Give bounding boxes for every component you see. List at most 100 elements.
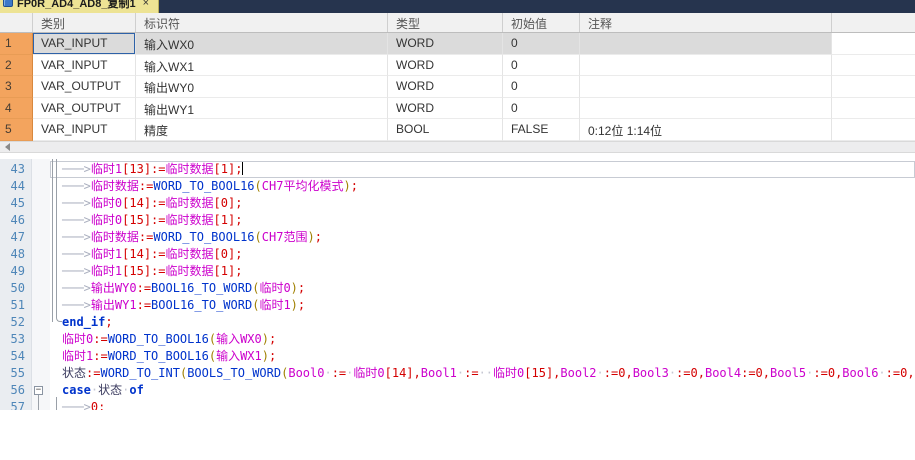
- code-text[interactable]: ───>输出WY1:=BOOL16_TO_WORD(临时1);: [50, 297, 915, 314]
- cell-category[interactable]: VAR_OUTPUT: [33, 98, 136, 120]
- table-row[interactable]: 5VAR_INPUT精度BOOLFALSE0:12位 1:14位: [0, 119, 915, 141]
- line-number[interactable]: 55: [0, 365, 32, 382]
- cell-initial-value[interactable]: 0: [503, 98, 580, 120]
- line-number[interactable]: 57: [0, 399, 32, 410]
- cell-identifier[interactable]: 输出WY1: [136, 98, 388, 120]
- cell-category[interactable]: VAR_INPUT: [33, 55, 136, 77]
- fold-margin[interactable]: [32, 365, 50, 382]
- cell-category[interactable]: VAR_OUTPUT: [33, 76, 136, 98]
- code-text[interactable]: ───>临时数据:=WORD_TO_BOOL16(CH7平均化模式);: [50, 178, 915, 195]
- cell-type[interactable]: WORD: [388, 76, 503, 98]
- cell-comment[interactable]: [580, 98, 832, 120]
- cell-filler[interactable]: [832, 119, 915, 141]
- code-text[interactable]: ───>临时数据:=WORD_TO_BOOL16(CH7范围);: [50, 229, 915, 246]
- row-number-cell[interactable]: 1: [0, 33, 33, 55]
- cell-comment[interactable]: 0:12位 1:14位: [580, 119, 832, 141]
- row-number-cell[interactable]: 5: [0, 119, 33, 141]
- column-header-2[interactable]: 标识符: [136, 13, 388, 32]
- code-text[interactable]: 状态:=WORD_TO_INT(BOOLS_TO_WORD(Bool0·:=·临…: [50, 365, 915, 382]
- code-line[interactable]: 52 end_if;: [0, 314, 915, 331]
- cell-filler[interactable]: [832, 98, 915, 120]
- cell-filler[interactable]: [832, 33, 915, 55]
- line-number[interactable]: 51: [0, 297, 32, 314]
- line-number[interactable]: 48: [0, 246, 32, 263]
- row-number-cell[interactable]: 2: [0, 55, 33, 77]
- cell-identifier[interactable]: 输出WY0: [136, 76, 388, 98]
- column-header-5[interactable]: 注释: [580, 13, 832, 32]
- cell-category[interactable]: VAR_INPUT: [33, 33, 136, 55]
- cell-type[interactable]: WORD: [388, 98, 503, 120]
- code-line[interactable]: 57───>0:: [0, 399, 915, 410]
- fold-margin[interactable]: [32, 161, 50, 178]
- code-text[interactable]: ───>临时1[14]:=临时数据[0];: [50, 246, 915, 263]
- code-text[interactable]: end_if;: [50, 314, 915, 331]
- line-number[interactable]: 56: [0, 382, 32, 399]
- cell-identifier[interactable]: 精度: [136, 119, 388, 141]
- active-tab[interactable]: FP0R_AD4_AD8_复制1 ×: [0, 0, 159, 13]
- cell-comment[interactable]: [580, 55, 832, 77]
- horizontal-scrollbar[interactable]: [0, 141, 915, 153]
- fold-margin[interactable]: [32, 399, 50, 410]
- line-number[interactable]: 43: [0, 161, 32, 178]
- fold-collapse-icon[interactable]: −: [34, 386, 43, 395]
- cell-type[interactable]: BOOL: [388, 119, 503, 141]
- code-line[interactable]: 45 ───>临时0[14]:=临时数据[0];: [0, 195, 915, 212]
- line-number[interactable]: 45: [0, 195, 32, 212]
- line-number[interactable]: 53: [0, 331, 32, 348]
- cell-initial-value[interactable]: 0: [503, 33, 580, 55]
- line-number[interactable]: 49: [0, 263, 32, 280]
- code-text[interactable]: ───>临时1[13]:=临时数据[1];: [50, 161, 915, 178]
- row-number-cell[interactable]: 3: [0, 76, 33, 98]
- tab-close-icon[interactable]: ×: [143, 0, 149, 9]
- cell-initial-value[interactable]: 0: [503, 55, 580, 77]
- row-number-cell[interactable]: 4: [0, 98, 33, 120]
- fold-margin[interactable]: [32, 229, 50, 246]
- fold-margin[interactable]: [32, 348, 50, 365]
- table-row[interactable]: 2VAR_INPUT输入WX1WORD0: [0, 55, 915, 77]
- scroll-left-button[interactable]: [0, 142, 14, 152]
- cell-initial-value[interactable]: 0: [503, 76, 580, 98]
- column-header-empty[interactable]: [0, 13, 33, 32]
- code-line[interactable]: 54临时1:=WORD_TO_BOOL16(输入WX1);: [0, 348, 915, 365]
- fold-margin[interactable]: [32, 314, 50, 331]
- line-number[interactable]: 50: [0, 280, 32, 297]
- code-line[interactable]: 44───>临时数据:=WORD_TO_BOOL16(CH7平均化模式);: [0, 178, 915, 195]
- code-line[interactable]: 46 ───>临时0[15]:=临时数据[1];: [0, 212, 915, 229]
- code-line[interactable]: 55 状态:=WORD_TO_INT(BOOLS_TO_WORD(Bool0·:=…: [0, 365, 915, 382]
- fold-margin[interactable]: [32, 331, 50, 348]
- code-line[interactable]: 53 临时0:=WORD_TO_BOOL16(输入WX0);: [0, 331, 915, 348]
- cell-filler[interactable]: [832, 55, 915, 77]
- fold-margin[interactable]: [32, 178, 50, 195]
- code-text[interactable]: ───>临时1[15]:=临时数据[1];: [50, 263, 915, 280]
- fold-margin[interactable]: [32, 195, 50, 212]
- fold-margin[interactable]: [32, 297, 50, 314]
- line-number[interactable]: 47: [0, 229, 32, 246]
- cell-category[interactable]: VAR_INPUT: [33, 119, 136, 141]
- column-header-1[interactable]: 类别: [33, 13, 136, 32]
- fold-margin[interactable]: [32, 263, 50, 280]
- code-text[interactable]: 临时0:=WORD_TO_BOOL16(输入WX0);: [50, 331, 915, 348]
- cell-comment[interactable]: [580, 76, 832, 98]
- code-text[interactable]: ───>输出WY0:=BOOL16_TO_WORD(临时0);: [50, 280, 915, 297]
- fold-margin[interactable]: [32, 246, 50, 263]
- line-number[interactable]: 54: [0, 348, 32, 365]
- cell-comment[interactable]: [580, 33, 832, 55]
- column-header-empty[interactable]: [832, 13, 915, 32]
- code-editor[interactable]: 43 ───>临时1[13]:=临时数据[1];44───>临时数据:=WORD_…: [0, 159, 915, 410]
- table-row[interactable]: 4VAR_OUTPUT输出WY1WORD0: [0, 98, 915, 120]
- cell-identifier[interactable]: 输入WX0: [136, 33, 388, 55]
- code-line[interactable]: 56 case·状态·of: [0, 382, 915, 399]
- code-text[interactable]: case·状态·of: [50, 382, 915, 399]
- line-number[interactable]: 46: [0, 212, 32, 229]
- fold-margin[interactable]: [32, 280, 50, 297]
- column-header-3[interactable]: 类型: [388, 13, 503, 32]
- code-line[interactable]: 43 ───>临时1[13]:=临时数据[1];: [0, 161, 915, 178]
- code-text[interactable]: ───>临时0[14]:=临时数据[0];: [50, 195, 915, 212]
- code-line[interactable]: 51 ───>输出WY1:=BOOL16_TO_WORD(临时1);: [0, 297, 915, 314]
- code-line[interactable]: 47 ───>临时数据:=WORD_TO_BOOL16(CH7范围);: [0, 229, 915, 246]
- code-text[interactable]: ───>临时0[15]:=临时数据[1];: [50, 212, 915, 229]
- code-line[interactable]: 48 ───>临时1[14]:=临时数据[0];: [0, 246, 915, 263]
- cell-filler[interactable]: [832, 76, 915, 98]
- line-number[interactable]: 52: [0, 314, 32, 331]
- cell-type[interactable]: WORD: [388, 55, 503, 77]
